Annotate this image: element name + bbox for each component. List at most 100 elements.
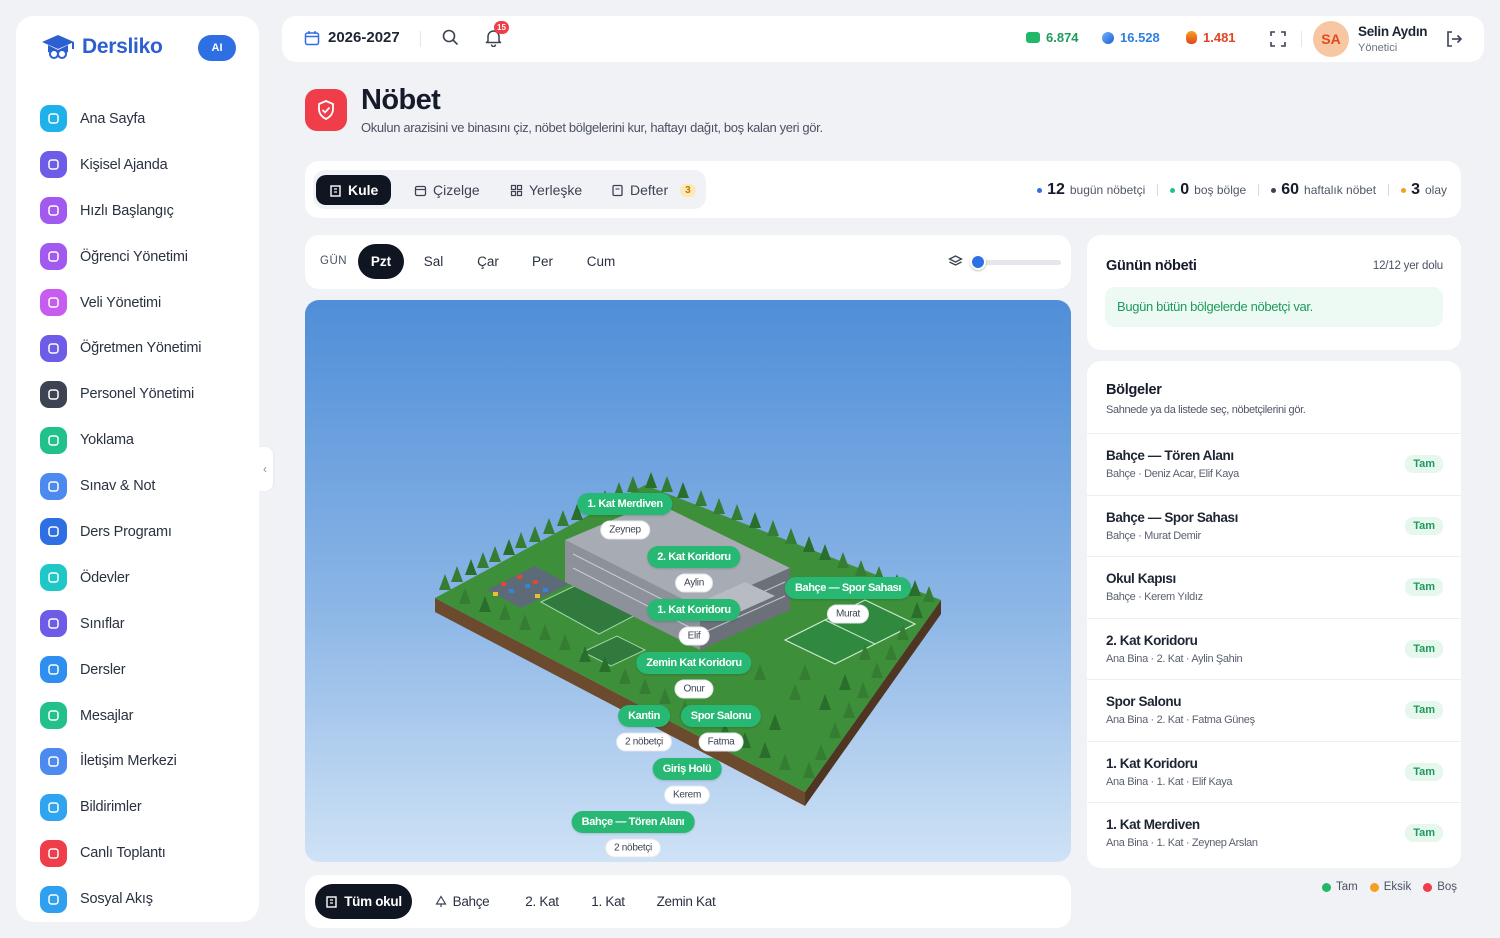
sidebar-item-öğretmen-yönetimi[interactable]: Öğretmen Yönetimi [40, 325, 201, 371]
floor-tab-2-kat[interactable]: 2. Kat [512, 884, 572, 919]
todays-duty-card: Günün nöbeti 12/12 yer dolu Bugün bütün … [1087, 235, 1461, 350]
cash-stat[interactable]: 6.874 [1026, 30, 1079, 45]
zones-subtitle: Sahnede ya da listede seç, nöbetçilerini… [1106, 404, 1306, 416]
zone-tag-2-kat-koridoru[interactable]: 2. Kat Koridoru [647, 546, 741, 568]
sidebar-item-ana-sayfa[interactable]: Ana Sayfa [40, 96, 201, 142]
user-name: Selin Aydın [1358, 24, 1428, 39]
sidebar-item-label: Canlı Toplantı [80, 845, 166, 862]
sidebar-item-i-letişim-merkezi[interactable]: İletişim Merkezi [40, 738, 201, 784]
zone-tag-kantin[interactable]: Kantin [618, 705, 670, 727]
campus-3d-scene[interactable]: 1. Kat Merdiven Zeynep 2. Kat Koridoru A… [305, 300, 1071, 862]
tab-yerleske[interactable]: Yerleşke [497, 175, 595, 205]
zone-name: 1. Kat Koridoru [1106, 755, 1198, 771]
sidebar-item-label: Kişisel Ajanda [80, 156, 168, 173]
page-subtitle: Okulun arazisini ve binasını çiz, nöbet … [361, 120, 823, 135]
zone-row[interactable]: 2. Kat Koridoru Ana Bina · 2. Kat · Aylin… [1087, 617, 1461, 680]
zone-row[interactable]: Okul Kapısı Bahçe · Kerem Yıldız Tam [1087, 556, 1461, 618]
sidebar-item-öğrenci-yönetimi[interactable]: Öğrenci Yönetimi [40, 234, 201, 280]
homework-icon [40, 564, 67, 592]
sidebar-item-label: Veli Yönetimi [80, 294, 161, 311]
sidebar-item-label: Mesajlar [80, 707, 134, 724]
fullscreen-icon[interactable] [1269, 30, 1287, 48]
zone-status-badge: Tam [1405, 639, 1443, 658]
day-tab-sal[interactable]: Sal [413, 244, 454, 279]
sidebar-nav: Ana Sayfa Kişisel Ajanda Hızlı Başlangıç Öğ… [40, 96, 201, 922]
day-tab-cum[interactable]: Cum [576, 244, 626, 279]
tab-kule[interactable]: Kule [316, 175, 392, 205]
zone-meta: Ana Bina · 1. Kat · Elif Kaya [1106, 775, 1233, 788]
floor-tab-1-kat[interactable]: 1. Kat [582, 884, 634, 919]
gem-stat[interactable]: 16.528 [1102, 30, 1160, 45]
year-label: 2026-2027 [328, 29, 400, 46]
sidebar-item-label: İletişim Merkezi [80, 753, 177, 770]
zone-status-badge: Tam [1405, 455, 1443, 473]
sidebar-item-ödevler[interactable]: Ödevler [40, 555, 201, 601]
ai-badge[interactable]: AI [198, 35, 236, 61]
sidebar-item-label: Ana Sayfa [80, 110, 146, 127]
sidebar-item-hızlı-başlangıç[interactable]: Hızlı Başlangıç [40, 188, 201, 234]
logout-icon[interactable] [1444, 29, 1464, 49]
chat-icon [40, 702, 67, 730]
day-bar: GÜN Pzt Sal Çar Per Cum [305, 235, 1071, 289]
sidebar-item-sınıflar[interactable]: Sınıflar [40, 601, 201, 647]
zone-tag-1-kat-koridoru[interactable]: 1. Kat Koridoru [647, 599, 741, 621]
zone-row[interactable]: Bahçe — Tören Alanı Bahçe · Deniz Acar, E… [1087, 433, 1461, 495]
floor-tab-zemin-kat[interactable]: Zemin Kat [646, 884, 726, 919]
zone-tag-bahce-spor-sahasi[interactable]: Bahçe — Spor Sahası [784, 577, 912, 599]
layer-slider-track[interactable] [975, 260, 1061, 265]
zone-tag-zemin-kat-koridoru[interactable]: Zemin Kat Koridoru [636, 652, 752, 674]
zone-status-badge: Tam [1405, 701, 1443, 719]
search-icon[interactable] [441, 28, 459, 46]
zone-tag-giris-holu[interactable]: Giriş Holü [652, 758, 722, 780]
floor-tab-tum-okul[interactable]: Tüm okul [315, 884, 412, 919]
app-name: Dersliko [82, 35, 163, 58]
staff-pill: Murat [826, 604, 870, 624]
zone-name: Bahçe — Spor Sahası [1106, 509, 1238, 525]
sidebar-item-sosyal-akış[interactable]: Sosyal Akış [40, 876, 201, 922]
zone-row[interactable]: Spor Salonu Ana Bina · 2. Kat · Fatma Gün… [1087, 679, 1461, 741]
year-selector[interactable]: 2026-2027 [304, 29, 400, 46]
zone-status-badge: Tam [1405, 578, 1443, 596]
fire-icon [1186, 31, 1197, 44]
sidebar-item-yoklama[interactable]: Yoklama [40, 417, 201, 463]
zone-tag-bahce-toren-alani[interactable]: Bahçe — Tören Alanı [571, 811, 695, 833]
sidebar-item-kişisel-ajanda[interactable]: Kişisel Ajanda [40, 142, 201, 188]
logo[interactable]: Dersliko [38, 32, 163, 62]
sidebar-item-ders-programı[interactable]: Ders Programı [40, 509, 201, 555]
sidebar-item-veli-yönetimi[interactable]: Veli Yönetimi [40, 280, 201, 326]
sidebar-item-canlı-toplantı[interactable]: Canlı Toplantı [40, 830, 201, 876]
graduation-cap-icon [42, 35, 74, 59]
tab-label: Yerleşke [529, 182, 583, 198]
zone-row[interactable]: 1. Kat Koridoru Ana Bina · 1. Kat · Elif … [1087, 740, 1461, 803]
building-icon [330, 184, 341, 197]
zone-status-badge: Tam [1405, 762, 1443, 781]
sidebar-item-bildirimler[interactable]: Bildirimler [40, 784, 201, 830]
sidebar-item-mesajlar[interactable]: Mesajlar [40, 693, 201, 739]
zone-row[interactable]: Bahçe — Spor Sahası Bahçe · Murat Demir Ta… [1087, 494, 1461, 557]
day-tab-per[interactable]: Per [521, 244, 564, 279]
teacher-icon [40, 334, 67, 362]
collapse-sidebar-button[interactable]: ‹ [257, 447, 273, 491]
book-icon [40, 656, 67, 684]
layers-icon [948, 255, 963, 266]
tab-defter[interactable]: Defter 3 [598, 175, 709, 205]
zone-tag-1-kat-merdiven[interactable]: 1. Kat Merdiven [577, 493, 673, 515]
kpi-on-duty: 12 bugün nöbetçi [1037, 181, 1145, 199]
kpi-weekly-duty: 60 haftalık nöbet [1271, 181, 1376, 199]
sidebar-item-personel-yönetimi[interactable]: Personel Yönetimi [40, 371, 201, 417]
staff-pill: Aylin [675, 573, 713, 593]
day-tab-car[interactable]: Çar [466, 244, 510, 279]
sidebar-item-dersler[interactable]: Dersler [40, 647, 201, 693]
building-icon [326, 896, 337, 908]
day-tab-pzt[interactable]: Pzt [358, 244, 404, 279]
sidebar-item-sınav-not[interactable]: Sınav & Not [40, 463, 201, 509]
layer-slider-knob[interactable] [970, 254, 986, 270]
avatar[interactable]: SA [1313, 21, 1349, 57]
tab-cizelge[interactable]: Çizelge [401, 175, 493, 205]
floor-tab-bahce[interactable]: Bahçe [425, 884, 499, 919]
zone-row[interactable]: 1. Kat Merdiven Ana Bina · 1. Kat · Zeyne… [1087, 802, 1461, 864]
fire-stat[interactable]: 1.481 [1186, 30, 1236, 45]
zone-meta: Bahçe · Deniz Acar, Elif Kaya [1106, 468, 1239, 480]
clipboard-check-icon [40, 426, 67, 454]
zone-tag-spor-salonu[interactable]: Spor Salonu [680, 705, 762, 727]
